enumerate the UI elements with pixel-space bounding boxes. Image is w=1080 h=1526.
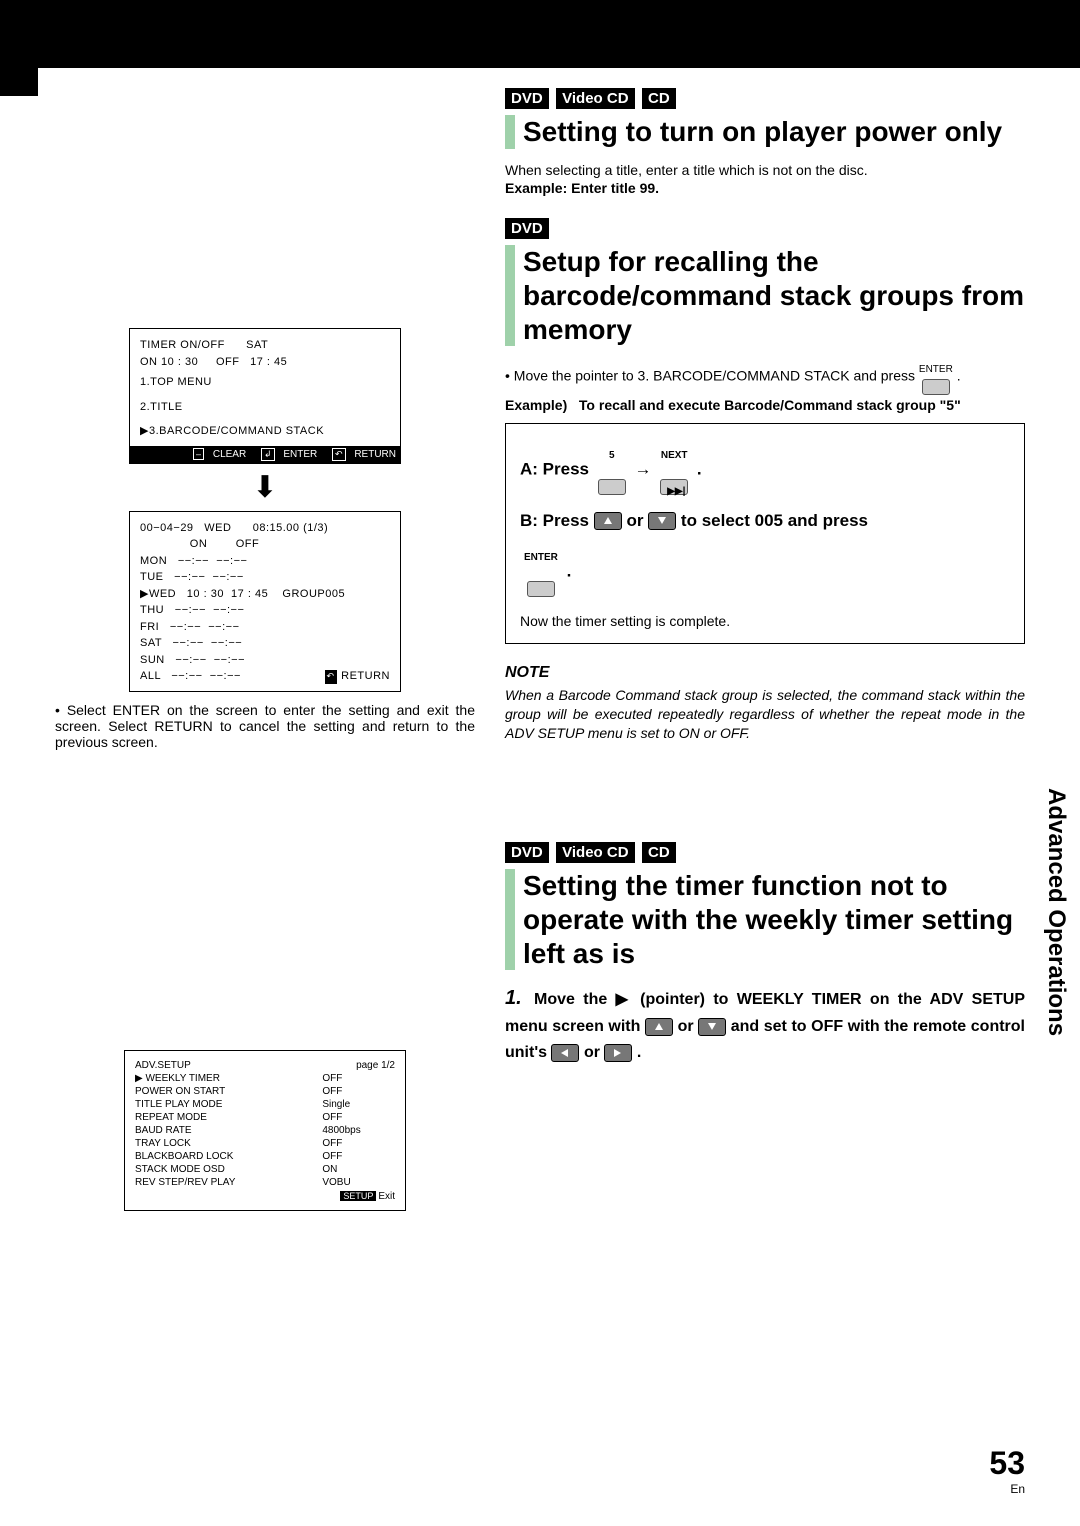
- left-footnote: • Select ENTER on the screen to enter th…: [55, 702, 475, 750]
- complete-text: Now the timer setting is complete.: [520, 612, 1010, 631]
- down-button-icon: [648, 512, 676, 530]
- badge-dvd: DVD: [505, 88, 549, 109]
- or-label: or: [626, 511, 643, 530]
- table-row: TRAY LOCK: [135, 1137, 322, 1150]
- adv-setup-screen: ADV.SETUP page 1/2 ▶ WEEKLY TIMEROFF POW…: [124, 1050, 406, 1211]
- badge-dvd: DVD: [505, 218, 549, 239]
- table-row: TITLE PLAY MODE: [135, 1098, 322, 1111]
- body-text: When selecting a title, enter a title wh…: [505, 161, 1025, 180]
- instruction-box: A: Press 5 → NEXT ▶▶| . B: Press or: [505, 423, 1025, 644]
- table-row: BAUD RATE: [135, 1124, 322, 1137]
- next-label: NEXT: [661, 450, 688, 461]
- disc-badges: DVD: [505, 218, 1025, 239]
- clear-label: CLEAR: [213, 449, 246, 460]
- section-title: Setting to turn on player power only: [505, 115, 1025, 149]
- row: 00−04−29 WED 08:15.00 (1/3): [140, 520, 390, 537]
- table-row: BLACKBOARD LOCK: [135, 1150, 322, 1163]
- row: 1.TOP MENU: [140, 374, 390, 391]
- section-title: Setup for recalling the barcode/command …: [505, 245, 1025, 346]
- step-a-label: A: Press: [520, 459, 589, 478]
- enter-small-label: ENTER: [524, 552, 558, 563]
- advsetup-title: ADV.SETUP: [135, 1059, 322, 1072]
- table-row: STACK MODE OSD: [135, 1163, 322, 1176]
- advsetup-page: page 1/2: [322, 1059, 395, 1072]
- table-row: ▶ WEEKLY TIMER: [135, 1072, 322, 1085]
- row: ▶3.BARCODE/COMMAND STACK: [140, 423, 390, 440]
- disc-badges: DVD Video CD CD: [505, 842, 1025, 863]
- note-heading: NOTE: [505, 664, 1025, 682]
- row: ON 10 : 30 OFF 17 : 45: [140, 354, 390, 371]
- example-line: Example) To recall and execute Barcode/C…: [505, 396, 1025, 415]
- row: THU −−:−− −−:−−: [140, 602, 390, 619]
- top-black-bar: [0, 0, 1080, 68]
- step-text: 1. Move the ▶ (pointer) to WEEKLY TIMER …: [505, 982, 1025, 1065]
- enter-button-icon: [922, 379, 950, 395]
- next-button-icon: ▶▶|: [660, 479, 688, 495]
- left-black-notch: [0, 68, 38, 96]
- row: SAT −−:−− −−:−−: [140, 635, 390, 652]
- setup-badge: SETUP: [340, 1191, 376, 1201]
- row: 2.TITLE: [140, 399, 390, 416]
- step-b-label: B: Press: [520, 511, 589, 530]
- badge-videocd: Video CD: [556, 842, 634, 863]
- badge-cd: CD: [642, 842, 676, 863]
- row: ▶WED 10 : 30 17 : 45 GROUP005: [140, 586, 390, 603]
- five-label: 5: [609, 450, 615, 461]
- row: ALL −−:−− −−:−− ↶ RETURN: [140, 668, 390, 685]
- row: TUE −−:−− −−:−−: [140, 569, 390, 586]
- left-button-icon: [551, 1044, 579, 1062]
- body-text: • Move the pointer to 3. BARCODE/COMMAND…: [505, 358, 1025, 396]
- enter-label: ENTER: [283, 449, 317, 460]
- return-label: RETURN: [354, 449, 396, 460]
- row: TIMER ON/OFF SAT: [140, 337, 390, 354]
- row: SUN −−:−− −−:−−: [140, 652, 390, 669]
- arrow-right-icon: →: [634, 459, 651, 478]
- row: ON OFF: [140, 536, 390, 553]
- table-row: POWER ON START: [135, 1085, 322, 1098]
- row: FRI −−:−− −−:−−: [140, 619, 390, 636]
- screen-footer: – CLEAR ↲ ENTER ↶ RETURN: [130, 446, 400, 463]
- up-button-icon: [594, 512, 622, 530]
- row: MON −−:−− −−:−−: [140, 553, 390, 570]
- badge-videocd: Video CD: [556, 88, 634, 109]
- weekly-timer-screen: 00−04−29 WED 08:15.00 (1/3) ON OFF MON −…: [129, 511, 401, 692]
- number-button-icon: [598, 479, 626, 495]
- return-label: RETURN: [341, 670, 390, 682]
- example-text: Example: Enter title 99.: [505, 179, 1025, 198]
- step-b-rest: to select 005 and press: [681, 511, 868, 530]
- badge-dvd: DVD: [505, 842, 549, 863]
- badge-cd: CD: [642, 88, 676, 109]
- note-body: When a Barcode Command stack group is se…: [505, 686, 1025, 743]
- right-button-icon: [604, 1044, 632, 1062]
- table-row: REPEAT MODE: [135, 1111, 322, 1124]
- table-row: REV STEP/REV PLAY: [135, 1176, 322, 1189]
- down-button-icon: [698, 1018, 726, 1036]
- exit-label: Exit: [378, 1191, 395, 1202]
- step-number-icon: 1.: [505, 987, 522, 1009]
- section-title: Setting the timer function not to operat…: [505, 869, 1025, 970]
- enter-small-label: ENTER: [919, 364, 953, 375]
- timer-onoff-screen: TIMER ON/OFF SAT ON 10 : 30 OFF 17 : 45 …: [129, 328, 401, 464]
- arrow-down-icon: ⬇: [55, 470, 475, 505]
- row-all: ALL −−:−− −−:−−: [140, 668, 241, 685]
- side-tab-label: Advanced Operations: [1042, 788, 1070, 1036]
- enter-button-icon: [527, 581, 555, 597]
- disc-badges: DVD Video CD CD: [505, 88, 1025, 109]
- up-button-icon: [645, 1018, 673, 1036]
- page-number: 53 En: [989, 1445, 1025, 1496]
